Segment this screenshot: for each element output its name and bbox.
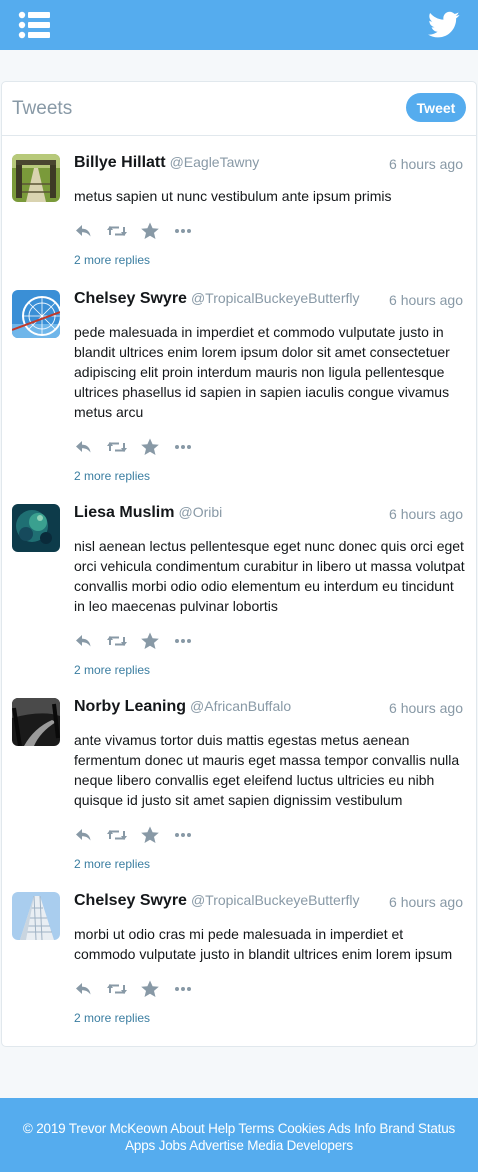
tweet-author-handle[interactable]: @AfricanBuffalo — [190, 698, 291, 714]
tweet-header: Liesa Muslim @Oribi 6 hours ago — [74, 504, 466, 524]
footer-link[interactable]: Apps — [125, 1138, 155, 1153]
compose-tweet-button[interactable]: Tweet — [406, 93, 466, 122]
tweet-actions — [74, 221, 466, 241]
tweet-text: pede malesuada in imperdiet et commodo v… — [74, 324, 450, 420]
retweet-icon[interactable] — [106, 631, 128, 651]
more-options-icon[interactable] — [173, 437, 193, 457]
tweet-actions — [74, 979, 466, 999]
star-icon[interactable] — [140, 221, 160, 241]
footer-link[interactable]: Media — [247, 1138, 283, 1153]
list-icon[interactable] — [18, 11, 52, 39]
more-replies-link[interactable]: 2 more replies — [74, 1011, 466, 1025]
tweet-text: ante vivamus tortor duis mattis egestas … — [74, 732, 460, 808]
tweet-body: Chelsey Swyre @TropicalBuckeyeButterfly 6… — [74, 892, 466, 1025]
tweet-body: Billye Hillatt @EagleTawny 6 hours ago me… — [74, 154, 466, 267]
page-title: Tweets — [12, 98, 73, 119]
tweet-header: Billye Hillatt @EagleTawny 6 hours ago — [74, 154, 466, 174]
tweet-actions — [74, 437, 466, 457]
reply-icon[interactable] — [74, 979, 94, 999]
reply-icon[interactable] — [74, 825, 94, 845]
retweet-icon[interactable] — [106, 979, 128, 999]
tweet-author-name[interactable]: Liesa Muslim — [74, 504, 174, 521]
tweet-timestamp[interactable]: 6 hours ago — [389, 894, 463, 910]
footer-link[interactable]: Advertise — [189, 1138, 244, 1153]
tweet-text: metus sapien ut nunc vestibulum ante ips… — [74, 188, 392, 204]
tweet-author-handle[interactable]: @EagleTawny — [170, 154, 260, 170]
footer-link[interactable]: Status — [418, 1121, 455, 1136]
tweet-text: morbi ut odio cras mi pede malesuada in … — [74, 926, 453, 962]
tweet-timestamp[interactable]: 6 hours ago — [389, 156, 463, 172]
tweet-header: Chelsey Swyre @TropicalBuckeyeButterfly 6… — [74, 290, 466, 310]
tweet-body: Liesa Muslim @Oribi 6 hours ago nisl aene… — [74, 504, 466, 677]
retweet-icon[interactable] — [106, 437, 128, 457]
avatar[interactable] — [12, 504, 60, 552]
tweet-author-name[interactable]: Norby Leaning — [74, 698, 186, 715]
tweet-timestamp[interactable]: 6 hours ago — [389, 506, 463, 522]
footer-link[interactable]: Ads Info — [328, 1121, 376, 1136]
avatar[interactable] — [12, 892, 60, 940]
footer-link[interactable]: Help — [208, 1121, 235, 1136]
footer-link[interactable]: Jobs — [159, 1138, 187, 1153]
tweet-body: Chelsey Swyre @TropicalBuckeyeButterfly 6… — [74, 290, 466, 483]
tweet-author-name[interactable]: Chelsey Swyre — [74, 892, 187, 909]
tweet-actions — [74, 825, 466, 845]
tweet-timestamp[interactable]: 6 hours ago — [389, 292, 463, 308]
tweet-actions — [74, 631, 466, 651]
star-icon[interactable] — [140, 979, 160, 999]
footer-link[interactable]: Developers — [287, 1138, 353, 1153]
tweet-timestamp[interactable]: 6 hours ago — [389, 700, 463, 716]
tweet-text: nisl aenean lectus pellentesque eget nun… — [74, 538, 465, 614]
footer-line-1: © 2019 Trevor McKeown About Help Terms C… — [8, 1120, 470, 1137]
more-replies-link[interactable]: 2 more replies — [74, 663, 466, 677]
star-icon[interactable] — [140, 631, 160, 651]
footer: © 2019 Trevor McKeown About Help Terms C… — [0, 1098, 478, 1172]
avatar[interactable] — [12, 290, 60, 338]
footer-link[interactable]: Terms — [238, 1121, 274, 1136]
more-options-icon[interactable] — [173, 979, 193, 999]
card-header: Tweets Tweet — [2, 82, 476, 136]
more-options-icon[interactable] — [173, 631, 193, 651]
more-replies-link[interactable]: 2 more replies — [74, 253, 466, 267]
tweet-header: Chelsey Swyre @TropicalBuckeyeButterfly 6… — [74, 892, 466, 912]
tweet-body: Norby Leaning @AfricanBuffalo 6 hours ago… — [74, 698, 466, 871]
footer-link[interactable]: Cookies — [278, 1121, 326, 1136]
avatar[interactable] — [12, 698, 60, 746]
more-replies-link[interactable]: 2 more replies — [74, 857, 466, 871]
copyright-text: © 2019 Trevor McKeown — [22, 1121, 168, 1136]
tweet-header: Norby Leaning @AfricanBuffalo 6 hours ago — [74, 698, 466, 718]
reply-icon[interactable] — [74, 221, 94, 241]
star-icon[interactable] — [140, 825, 160, 845]
tweets-card: Tweets Tweet Billye Hillatt @EagleTawny 6… — [1, 81, 477, 1047]
reply-icon[interactable] — [74, 437, 94, 457]
avatar[interactable] — [12, 154, 60, 202]
tweet-author-name[interactable]: Chelsey Swyre — [74, 290, 187, 307]
twitter-bird-icon[interactable] — [428, 10, 460, 40]
tweet-author-handle[interactable]: @Oribi — [178, 504, 222, 520]
retweet-icon[interactable] — [106, 221, 128, 241]
retweet-icon[interactable] — [106, 825, 128, 845]
top-bar — [0, 0, 478, 50]
more-options-icon[interactable] — [173, 221, 193, 241]
footer-link[interactable]: Brand — [379, 1121, 414, 1136]
more-replies-link[interactable]: 2 more replies — [74, 469, 466, 483]
more-options-icon[interactable] — [173, 825, 193, 845]
tweet-author-name[interactable]: Billye Hillatt — [74, 154, 166, 171]
footer-line-2: Apps Jobs Advertise Media Developers — [8, 1137, 470, 1154]
reply-icon[interactable] — [74, 631, 94, 651]
star-icon[interactable] — [140, 437, 160, 457]
tweet-author-handle[interactable]: @TropicalBuckeyeButterfly — [191, 892, 360, 908]
footer-link[interactable]: About — [170, 1121, 204, 1136]
tweet-author-handle[interactable]: @TropicalBuckeyeButterfly — [191, 290, 360, 306]
